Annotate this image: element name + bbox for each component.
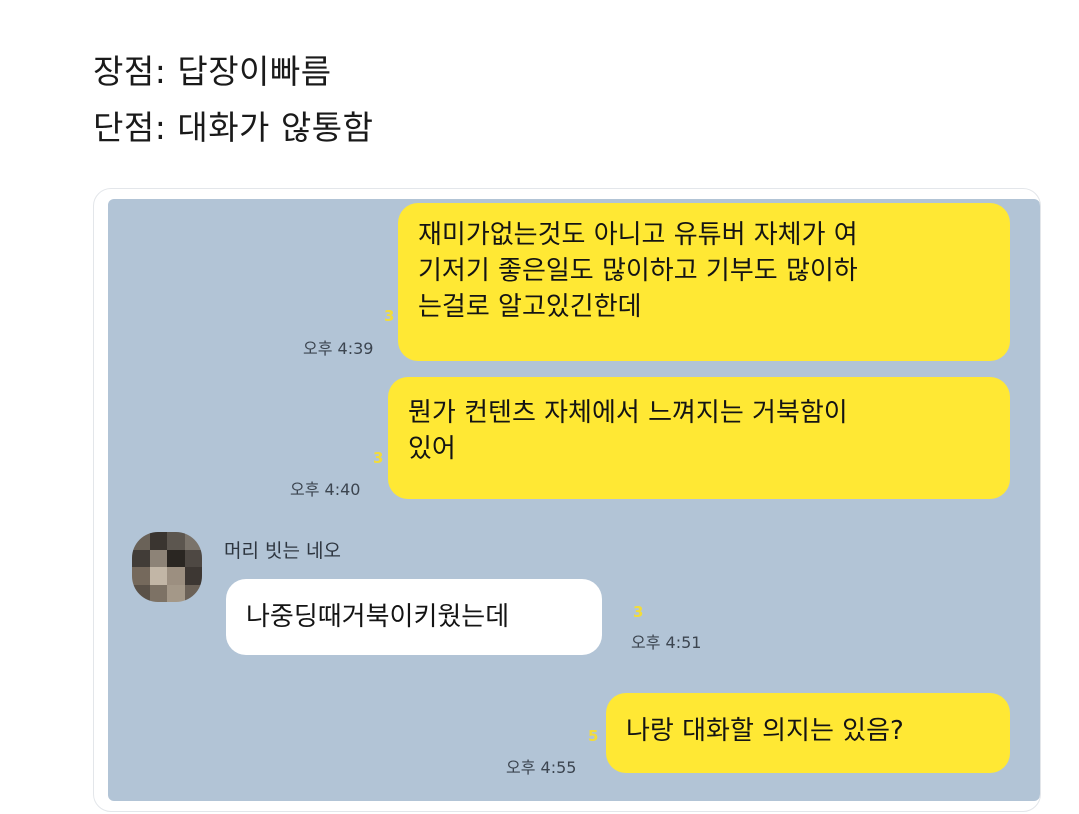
my-message-bubble[interactable]: 재미가없는것도 아니고 유튜버 자체가 여 기저기 좋은일도 많이하고 기부도 …: [398, 203, 1010, 361]
message-time: 오후 4:51: [631, 633, 702, 652]
message-time: 오후 4:40: [290, 480, 361, 499]
other-message-bubble[interactable]: 나중딩때거북이키웠는데: [226, 579, 602, 655]
chat-room: 재미가없는것도 아니고 유튜버 자체가 여 기저기 좋은일도 많이하고 기부도 …: [108, 199, 1040, 801]
sender-name: 머리 빗는 네오: [224, 540, 341, 562]
unread-count: 3: [373, 449, 384, 467]
message-time: 오후 4:39: [303, 339, 374, 358]
message-time: 오후 4:55: [506, 758, 577, 777]
caption-pros: 장점: 답장이빠름: [93, 52, 332, 91]
avatar[interactable]: [132, 532, 202, 602]
unread-count: 3: [384, 307, 395, 325]
screenshot-card: 재미가없는것도 아니고 유튜버 자체가 여 기저기 좋은일도 많이하고 기부도 …: [93, 188, 1041, 812]
unread-count: 5: [588, 727, 599, 745]
caption-cons: 단점: 대화가 않통함: [93, 108, 374, 147]
my-message-bubble[interactable]: 나랑 대화할 의지는 있음?: [606, 693, 1010, 773]
unread-count: 3: [633, 603, 644, 621]
my-message-bubble[interactable]: 뭔가 컨텐츠 자체에서 느껴지는 거북함이 있어: [388, 377, 1010, 499]
